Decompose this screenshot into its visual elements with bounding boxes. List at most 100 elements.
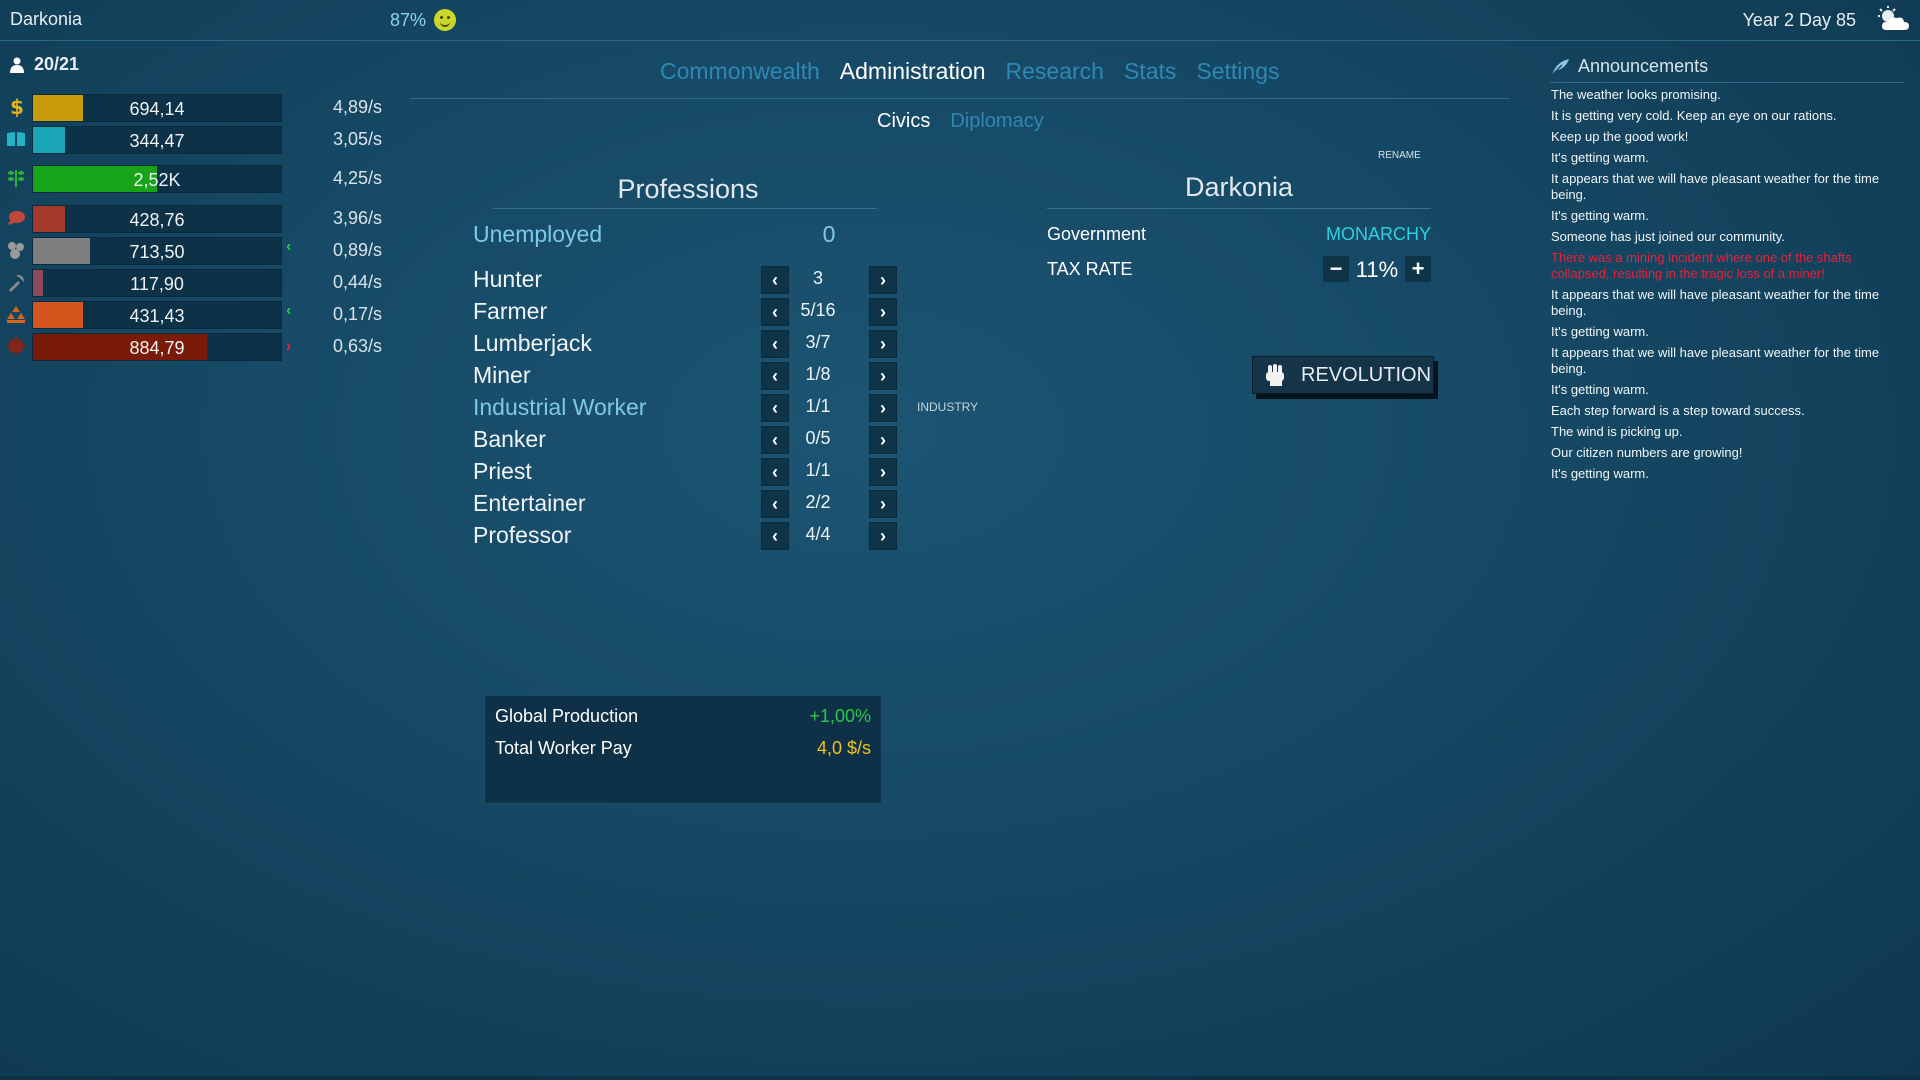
profession-count: 1/8 xyxy=(805,364,831,384)
profession-name: Industrial Worker xyxy=(473,394,647,420)
announcement-item: There was a mining incident where one of… xyxy=(1551,250,1852,281)
resource-rate: 0,63/s xyxy=(332,336,382,356)
revolution-button[interactable]: REVOLUTION xyxy=(1252,356,1434,394)
tab-settings[interactable]: Settings xyxy=(1196,58,1279,85)
profession-row: Professor ‹ 4/4 › xyxy=(473,522,1013,552)
profession-row: Industrial Worker ‹ 1/1 › INDUSTRY xyxy=(473,394,1013,424)
population-counter: 20/21 xyxy=(10,54,79,75)
announcement-item: It's getting warm. xyxy=(1551,150,1649,165)
stone-icon xyxy=(8,242,24,259)
feather-icon xyxy=(1550,58,1569,76)
resource-value: 713,50 xyxy=(129,242,185,262)
profession-name: Entertainer xyxy=(473,490,586,516)
tab-administration[interactable]: Administration xyxy=(840,58,986,85)
rename-button[interactable]: RENAME xyxy=(1378,150,1421,161)
unemployed-count: 0 xyxy=(822,221,836,247)
resource-value: 884,79 xyxy=(129,338,185,358)
resource-rate: 3,96/s xyxy=(332,208,382,228)
resource-row: 117,90 0,44/s xyxy=(0,268,390,297)
profession-count: 5/16 xyxy=(800,300,836,320)
happiness-indicator: 87% xyxy=(390,9,457,31)
resource-bar: 694,14 xyxy=(32,94,282,122)
tab-stats[interactable]: Stats xyxy=(1124,58,1176,85)
book-icon xyxy=(7,132,25,146)
increase-button[interactable]: › xyxy=(869,490,897,518)
profession-count: 4/4 xyxy=(805,524,831,544)
resource-rate: 0,17/s xyxy=(332,304,382,324)
professions-title: Professions xyxy=(617,174,759,204)
worker-pay-value: 4,0 $/s xyxy=(816,738,871,758)
announcement-item: The wind is picking up. xyxy=(1551,424,1683,439)
profession-count: 1/1 xyxy=(805,396,831,416)
increase-button[interactable]: › xyxy=(869,394,897,422)
resource-bar: 431,43 xyxy=(32,301,282,329)
nation-name: Darkonia xyxy=(1184,172,1294,202)
resource-row: 344,47 3,05/s xyxy=(0,125,390,154)
main-tabs: Commonwealth Administration Research Sta… xyxy=(660,58,1280,85)
profession-count: 3 xyxy=(812,268,823,288)
professions-divider xyxy=(493,208,877,209)
tax-value: 11% xyxy=(1355,257,1399,282)
announcement-item: It appears that we will have pleasant we… xyxy=(1551,345,1880,376)
tax-decrease-button[interactable]: − xyxy=(1323,256,1349,282)
profession-count: 1/1 xyxy=(805,460,831,480)
resource-bar: 713,50 xyxy=(32,237,282,265)
tab-civics[interactable]: Civics xyxy=(877,110,930,133)
profession-name: Miner xyxy=(473,362,531,388)
announcements-header: Announcements xyxy=(1550,56,1904,83)
nation-divider xyxy=(1047,208,1431,209)
fist-icon xyxy=(1266,364,1284,386)
announcements-list: The weather looks promising. It is gettin… xyxy=(1551,87,1903,487)
increase-button[interactable]: › xyxy=(869,298,897,326)
resource-row: $ 694,14 4,89/s xyxy=(0,93,390,122)
happiness-value: 87% xyxy=(390,9,427,30)
announcements-title: Announcements xyxy=(1578,56,1709,76)
profession-row: Lumberjack ‹ 3/7 › xyxy=(473,330,1013,360)
resource-rate: 0,89/s xyxy=(332,240,382,260)
resource-value: 428,76 xyxy=(129,210,185,230)
tab-commonwealth[interactable]: Commonwealth xyxy=(660,58,820,85)
resource-value: 431,43 xyxy=(129,306,185,326)
person-icon xyxy=(10,57,24,73)
tab-research[interactable]: Research xyxy=(1006,58,1104,85)
increase-button[interactable]: › xyxy=(869,522,897,550)
trend-arrow: › xyxy=(286,338,292,355)
resource-value: 117,90 xyxy=(130,274,184,294)
resource-rate: 3,05/s xyxy=(332,129,382,149)
ore-pile-icon xyxy=(7,306,25,323)
increase-button[interactable]: › xyxy=(869,330,897,358)
profession-count: 2/2 xyxy=(805,492,831,512)
resource-rate: 0,44/s xyxy=(332,272,382,292)
resource-bar: 428,76 xyxy=(32,205,282,233)
resource-row: 428,76 3,96/s xyxy=(0,204,390,233)
increase-button[interactable]: › xyxy=(869,426,897,454)
gear-icon xyxy=(7,337,25,355)
announcement-item: Each step forward is a step toward succe… xyxy=(1551,403,1805,418)
tax-increase-button[interactable]: + xyxy=(1405,256,1431,282)
profession-row: Entertainer ‹ 2/2 › xyxy=(473,490,1013,520)
increase-button[interactable]: › xyxy=(869,266,897,294)
announcement-item: Someone has just joined our community. xyxy=(1551,229,1785,244)
profession-name: Farmer xyxy=(473,298,548,324)
resource-rate: 4,25/s xyxy=(332,168,382,188)
announcement-item: It's getting warm. xyxy=(1551,208,1649,223)
tax-label: TAX RATE xyxy=(1047,259,1133,279)
profession-row: Hunter ‹ 3 › xyxy=(473,266,1013,296)
resource-bar: 117,90 xyxy=(32,269,282,297)
announcement-item: Our citizen numbers are growing! xyxy=(1551,445,1743,460)
resource-value: 2,52K xyxy=(133,170,181,190)
resource-bar: 884,79 xyxy=(32,333,282,361)
government-value[interactable]: MONARCHY xyxy=(1326,224,1431,245)
global-production-label: Global Production xyxy=(495,706,639,726)
smiley-face-icon xyxy=(434,9,457,31)
increase-button[interactable]: › xyxy=(869,458,897,486)
increase-button[interactable]: › xyxy=(869,362,897,390)
profession-row: Farmer ‹ 5/16 › xyxy=(473,298,1013,328)
production-summary: Global Production +1,00% Total Worker Pa… xyxy=(484,695,882,804)
tab-diplomacy[interactable]: Diplomacy xyxy=(950,110,1043,133)
top-bar xyxy=(0,0,1920,41)
population-value: 20/21 xyxy=(34,54,80,74)
country-title: Darkonia xyxy=(10,9,83,29)
announcement-item: It's getting warm. xyxy=(1551,324,1649,339)
profession-row: Priest ‹ 1/1 › xyxy=(473,458,1013,488)
